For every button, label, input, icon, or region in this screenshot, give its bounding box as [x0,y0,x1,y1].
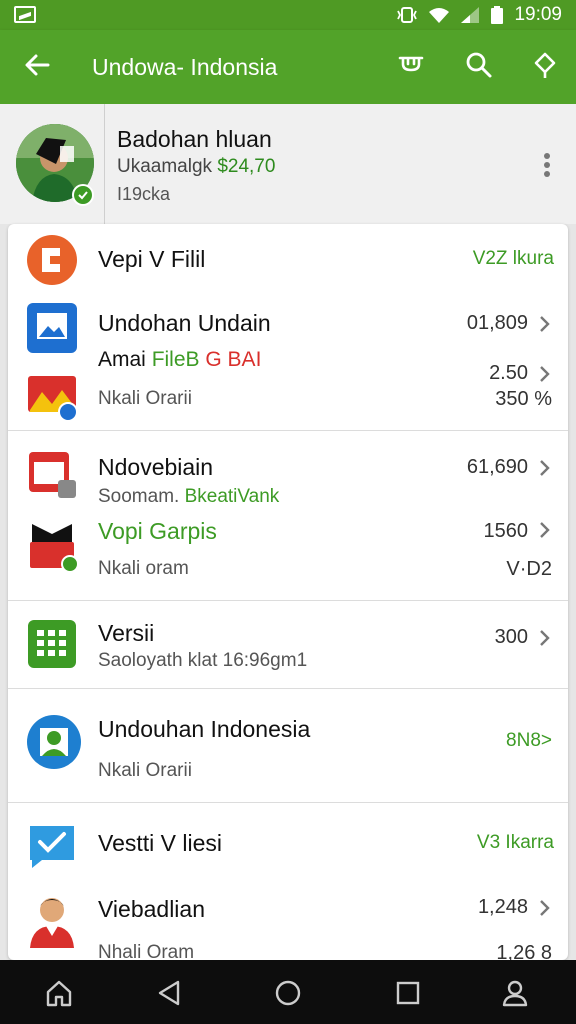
app-list: Vepi V Filil V2Z lkura Undohan Undain 01… [8,224,568,960]
back-arrow-icon[interactable] [22,50,52,80]
notification-image-icon [14,6,36,23]
section-divider [8,430,568,431]
list-item-subtitle: Nhali Oram [98,942,195,960]
list-item-value: 8N8> [506,730,552,751]
verified-badge-icon [72,184,94,206]
list-item-title[interactable]: Undohan Undain [98,310,271,337]
overflow-menu-icon[interactable] [538,150,556,180]
list-item-subtitle: Saoloyath klat 16:96gm1 [98,650,308,671]
profile-balance-line: Ukaamalgk $24,70 [117,156,275,178]
list-item-value: 61,690 [466,456,528,478]
chevron-right-icon[interactable] [538,315,552,333]
list-item-title[interactable]: Viebadlian [98,896,205,923]
list-item-value: 1560 [483,520,529,542]
chevron-right-icon[interactable] [538,629,552,647]
location-pin-icon[interactable] [530,50,560,80]
list-item-title[interactable]: Vestti V liesi [98,830,222,857]
list-item-value: 350 % [495,388,552,410]
wifi-icon [429,8,450,23]
list-item-title[interactable]: Vopi Garpis [98,518,217,545]
status-bar: 19:09 [0,0,576,30]
list-item-subtitle: Nkali oram [98,558,189,579]
profile-name: Badohan hluan [117,126,272,152]
check-app-icon[interactable] [26,820,78,872]
document-app-icon[interactable] [26,450,78,502]
title-part-green: FileB [151,348,200,371]
recent-apps-icon[interactable] [393,978,423,1008]
profile-header[interactable]: Badohan hluan Ukaamalgk $24,70 I19cka [0,104,576,224]
list-item-title[interactable]: Ndovebiain [98,454,213,481]
list-item-value: 2.50 [489,362,528,384]
list-item-title[interactable]: Undouhan Indonesia [98,716,310,743]
profile-subtitle: I19cka [117,184,171,204]
app-bar: Undowa‑ Indonsia [0,30,576,104]
chevron-right-icon[interactable] [538,365,552,383]
section-divider [8,600,568,601]
chart-app-icon[interactable] [26,370,78,422]
list-item-value: 01,809 [466,312,528,334]
list-item-title[interactable]: Vepi V Filil [98,246,205,273]
list-item-subtitle: Nkali Orarii [98,388,192,409]
list-item-value: 1,248 [477,896,528,918]
subtitle-part: Soomam. [98,486,185,507]
calendar-app-icon[interactable] [26,618,78,670]
list-item-value: V2Z lkura [472,248,554,269]
section-divider [8,688,568,689]
flag-app-icon[interactable] [26,520,78,572]
signal-icon [461,7,480,23]
subtitle-part-green: BkeatiVank [184,486,280,507]
section-divider [8,802,568,803]
profile-balance-amount: $24,70 [217,156,276,177]
bag-icon[interactable] [396,50,426,80]
person-app-icon[interactable] [26,714,82,770]
list-item-value: V3 Ikarra [476,832,554,853]
status-icons: 19:09 [396,4,562,26]
profile-balance-label: Ukaamalgk [117,156,213,177]
vibrate-icon [397,7,418,23]
title-part-red: G BAI [199,348,262,371]
list-item-value: 1,26 8 [496,942,552,960]
home-icon[interactable] [44,978,74,1008]
back-icon[interactable] [154,978,184,1008]
photo-app-icon[interactable] [26,302,78,354]
list-item-subtitle: Nkali Orarii [98,760,192,781]
home-circle-icon[interactable] [273,978,303,1008]
list-item-value: 300 [494,626,528,648]
app-title: Undowa‑ Indonsia [92,54,278,80]
profile-divider [104,104,105,224]
list-item-value: V·D2 [506,558,552,580]
title-part: Amai [98,348,152,371]
orange-app-icon[interactable] [26,234,78,286]
list-item-title[interactable]: Amai FileB G BAI [98,348,261,372]
chevron-right-icon[interactable] [538,899,552,917]
battery-icon [491,6,504,24]
clock: 19:09 [514,4,562,25]
search-icon[interactable] [464,50,494,80]
system-nav-bar [0,960,576,1024]
list-item-subtitle: Soomam. BkeatiVank [98,486,279,508]
list-item-title[interactable]: Versii [98,620,154,647]
avatar-app-icon[interactable] [26,890,78,948]
chevron-right-icon[interactable] [538,521,552,539]
account-icon[interactable] [500,978,530,1008]
chevron-right-icon[interactable] [538,459,552,477]
